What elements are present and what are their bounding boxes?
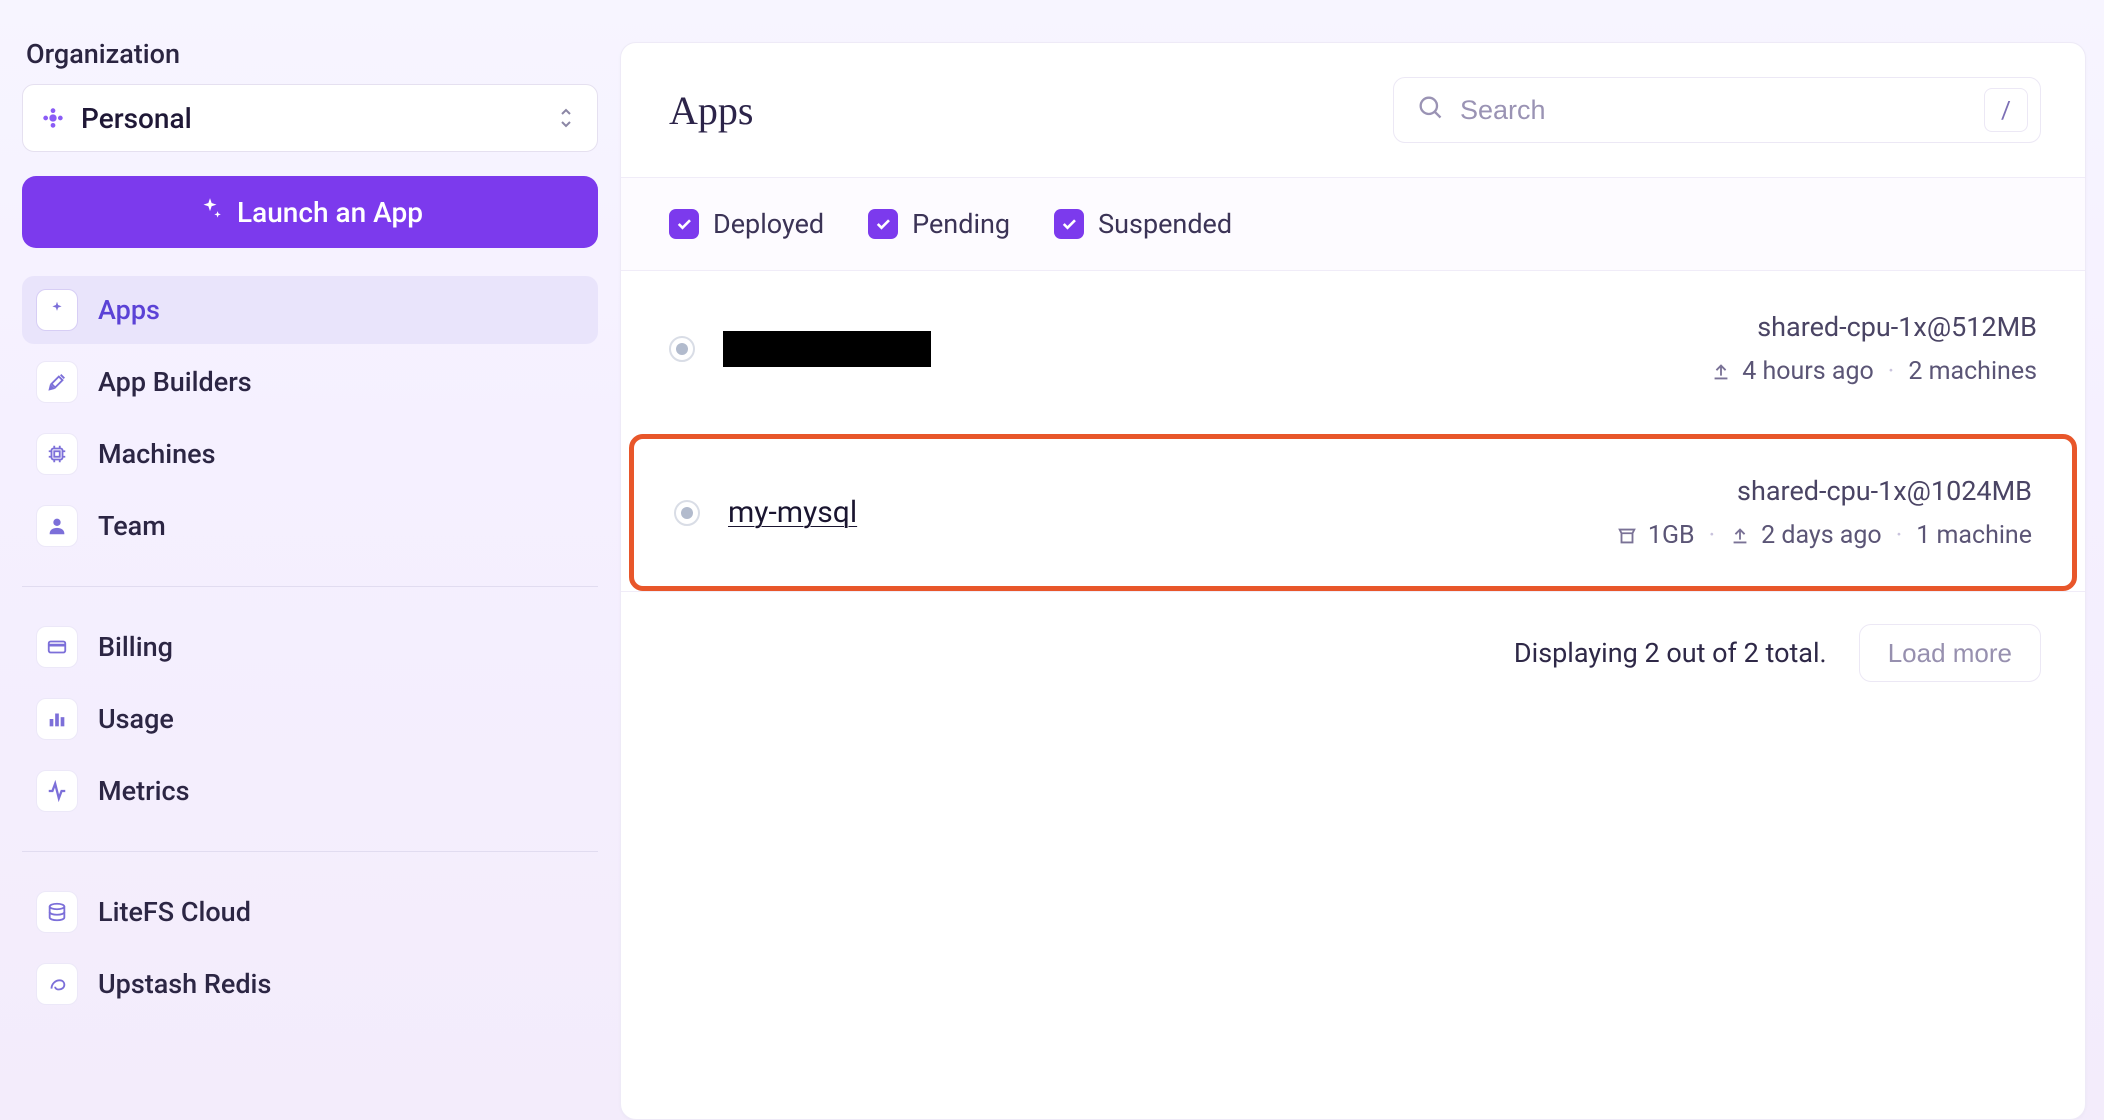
sidebar-nav: Apps App Builders Machines Team Billing bbox=[22, 276, 598, 1018]
app-age: 2 days ago bbox=[1761, 521, 1882, 550]
launch-app-button[interactable]: Launch an App bbox=[22, 176, 598, 248]
app-name-redacted bbox=[723, 331, 931, 367]
checkbox-checked-icon bbox=[868, 209, 898, 239]
swirl-icon bbox=[36, 963, 78, 1005]
tools-icon bbox=[36, 361, 78, 403]
main-panel: Apps / Deployed Pending Suspended bbox=[620, 42, 2086, 1120]
sidebar-item-label: Apps bbox=[98, 294, 160, 326]
search-icon bbox=[1416, 93, 1444, 128]
deploy-icon bbox=[1710, 361, 1732, 383]
search-box[interactable]: / bbox=[1393, 77, 2041, 143]
filter-suspended[interactable]: Suspended bbox=[1054, 208, 1232, 240]
app-meta-line: 4 hours ago · 2 machines bbox=[1710, 357, 2037, 386]
sidebar-item-label: LiteFS Cloud bbox=[98, 896, 251, 928]
bars-icon bbox=[36, 698, 78, 740]
status-dot-icon bbox=[669, 336, 695, 362]
activity-icon bbox=[36, 770, 78, 812]
sidebar-item-team[interactable]: Team bbox=[22, 492, 598, 560]
load-more-button[interactable]: Load more bbox=[1859, 624, 2041, 682]
search-input[interactable] bbox=[1460, 95, 1968, 126]
filter-row: Deployed Pending Suspended bbox=[621, 177, 2085, 270]
launch-label: Launch an App bbox=[237, 196, 423, 229]
filter-deployed[interactable]: Deployed bbox=[669, 208, 824, 240]
sparkle-icon bbox=[36, 289, 78, 331]
divider bbox=[22, 586, 598, 587]
divider bbox=[22, 851, 598, 852]
updown-icon bbox=[557, 106, 575, 130]
sidebar-item-metrics[interactable]: Metrics bbox=[22, 757, 598, 825]
list-footer: Displaying 2 out of 2 total. Load more bbox=[621, 591, 2085, 714]
storage-icon bbox=[1616, 525, 1638, 547]
filter-label: Pending bbox=[912, 208, 1010, 240]
sidebar-item-upstash[interactable]: Upstash Redis bbox=[22, 950, 598, 1018]
page-title: Apps bbox=[669, 87, 1373, 134]
app-machines: 1 machine bbox=[1916, 521, 2032, 550]
app-row[interactable]: shared-cpu-1x@512MB 4 hours ago · 2 mach… bbox=[621, 270, 2085, 426]
sidebar-item-label: Billing bbox=[98, 631, 173, 663]
app-cpu: shared-cpu-1x@512MB bbox=[1710, 311, 2037, 343]
sidebar: Organization Personal Launch an App Apps… bbox=[0, 0, 620, 1120]
app-meta: shared-cpu-1x@1024MB 1GB · 2 days ago · … bbox=[1616, 475, 2032, 550]
app-storage: 1GB bbox=[1648, 521, 1695, 550]
sidebar-item-label: Team bbox=[98, 510, 166, 542]
sparkle-icon bbox=[197, 196, 223, 229]
sidebar-item-billing[interactable]: Billing bbox=[22, 613, 598, 681]
app-cpu: shared-cpu-1x@1024MB bbox=[1616, 475, 2032, 507]
app-machines: 2 machines bbox=[1908, 357, 2037, 386]
checkbox-checked-icon bbox=[669, 209, 699, 239]
sidebar-item-label: Metrics bbox=[98, 775, 189, 807]
org-label: Organization bbox=[22, 38, 598, 70]
org-name: Personal bbox=[81, 102, 543, 135]
sidebar-item-label: App Builders bbox=[98, 366, 252, 398]
status-dot-icon bbox=[674, 500, 700, 526]
org-selector[interactable]: Personal bbox=[22, 84, 598, 152]
total-text: Displaying 2 out of 2 total. bbox=[1514, 637, 1827, 669]
checkbox-checked-icon bbox=[1054, 209, 1084, 239]
sidebar-item-machines[interactable]: Machines bbox=[22, 420, 598, 488]
database-icon bbox=[36, 891, 78, 933]
app-meta-line: 1GB · 2 days ago · 1 machine bbox=[1616, 521, 2032, 550]
sidebar-item-usage[interactable]: Usage bbox=[22, 685, 598, 753]
user-icon bbox=[36, 505, 78, 547]
sidebar-item-app-builders[interactable]: App Builders bbox=[22, 348, 598, 416]
apps-list: shared-cpu-1x@512MB 4 hours ago · 2 mach… bbox=[621, 270, 2085, 591]
sidebar-item-label: Machines bbox=[98, 438, 216, 470]
filter-label: Deployed bbox=[713, 208, 824, 240]
main-header: Apps / bbox=[621, 43, 2085, 177]
sidebar-item-label: Upstash Redis bbox=[98, 968, 271, 1000]
filter-label: Suspended bbox=[1098, 208, 1232, 240]
kbd-shortcut: / bbox=[1984, 88, 2028, 132]
app-row[interactable]: my-mysql shared-cpu-1x@1024MB 1GB · 2 da… bbox=[629, 434, 2077, 591]
app-name[interactable]: my-mysql bbox=[728, 495, 857, 530]
sidebar-item-apps[interactable]: Apps bbox=[22, 276, 598, 344]
sidebar-item-litefs[interactable]: LiteFS Cloud bbox=[22, 878, 598, 946]
filter-pending[interactable]: Pending bbox=[868, 208, 1010, 240]
card-icon bbox=[36, 626, 78, 668]
app-meta: shared-cpu-1x@512MB 4 hours ago · 2 mach… bbox=[1710, 311, 2037, 386]
cpu-icon bbox=[36, 433, 78, 475]
org-icon bbox=[39, 104, 67, 132]
deploy-icon bbox=[1729, 525, 1751, 547]
app-age: 4 hours ago bbox=[1742, 357, 1874, 386]
sidebar-item-label: Usage bbox=[98, 703, 174, 735]
